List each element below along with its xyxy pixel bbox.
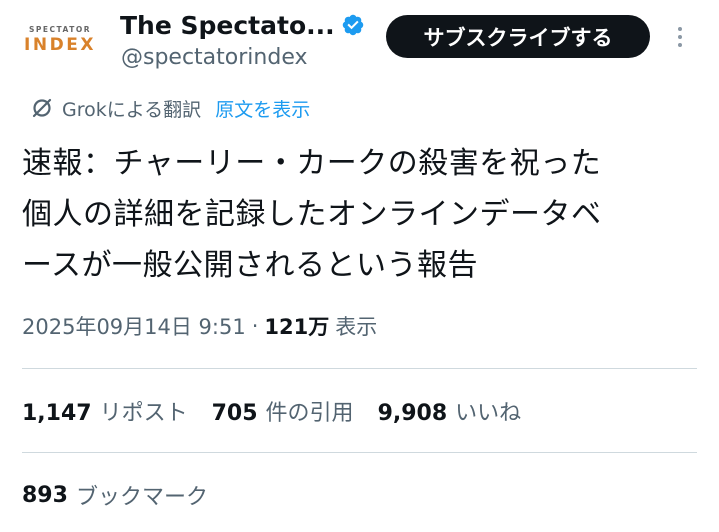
engagement-stats: 1,147 リポスト 705 件の引用 9,908 いいね (22, 392, 545, 430)
translation-row: Grokによる翻訳 原文を表示 (30, 92, 310, 124)
views-label: 表示 (335, 315, 378, 339)
handle[interactable]: @spectatorindex (121, 45, 307, 70)
avatar[interactable]: SPECTATOR INDEX (18, 16, 102, 64)
avatar-logo-top: SPECTATOR (28, 25, 92, 34)
bookmarks-label: ブックマーク (75, 485, 208, 510)
divider (22, 368, 697, 369)
display-name[interactable]: The Spectato... (120, 11, 335, 40)
author-name-row[interactable]: The Spectato... (120, 8, 365, 42)
translated-by-label: Grokによる翻訳 (62, 98, 202, 121)
divider (22, 452, 697, 453)
views-count: 121万 (264, 315, 330, 339)
tweet-meta: 2025年09月14日 9:51 · 121万 表示 (22, 308, 377, 344)
bookmarks-stat[interactable]: 893 ブックマーク (22, 476, 208, 514)
tweet-text-line: 速報：チャーリー・カークの殺害を祝った (22, 146, 602, 181)
reposts-label: リポスト (99, 401, 188, 426)
subscribe-button[interactable]: サブスクライブする (386, 15, 650, 58)
reposts-count: 1,147 (22, 401, 92, 426)
likes-stat[interactable]: 9,908 いいね (378, 395, 522, 427)
tweet-text: 速報：チャーリー・カークの殺害を祝った 個人の詳細を記録したオンラインデータベ … (22, 138, 702, 291)
quotes-stat[interactable]: 705 件の引用 (212, 395, 354, 427)
likes-count: 9,908 (377, 401, 448, 426)
quotes-count: 705 (211, 401, 258, 426)
likes-label: いいね (455, 401, 522, 426)
tweet-header: SPECTATOR INDEX The Spectato... @spectat… (0, 0, 719, 86)
show-original-link[interactable]: 原文を表示 (215, 95, 310, 122)
grok-icon (32, 98, 52, 118)
bookmarks-count: 893 (22, 482, 68, 508)
tweet-text-line: ースが一般公開されるという報告 (22, 248, 478, 283)
more-options-icon[interactable] (668, 20, 692, 54)
timestamp[interactable]: 2025年09月14日 9:51 (22, 311, 246, 341)
quotes-label: 件の引用 (265, 401, 354, 426)
reposts-stat[interactable]: 1,147 リポスト (22, 395, 188, 427)
tweet-detail: SPECTATOR INDEX The Spectato... @spectat… (0, 0, 719, 532)
meta-separator: · (251, 314, 259, 338)
avatar-logo-bottom: INDEX (24, 35, 96, 55)
tweet-text-line: 個人の詳細を記録したオンラインデータベ (22, 197, 602, 232)
verified-badge-icon (342, 14, 363, 36)
